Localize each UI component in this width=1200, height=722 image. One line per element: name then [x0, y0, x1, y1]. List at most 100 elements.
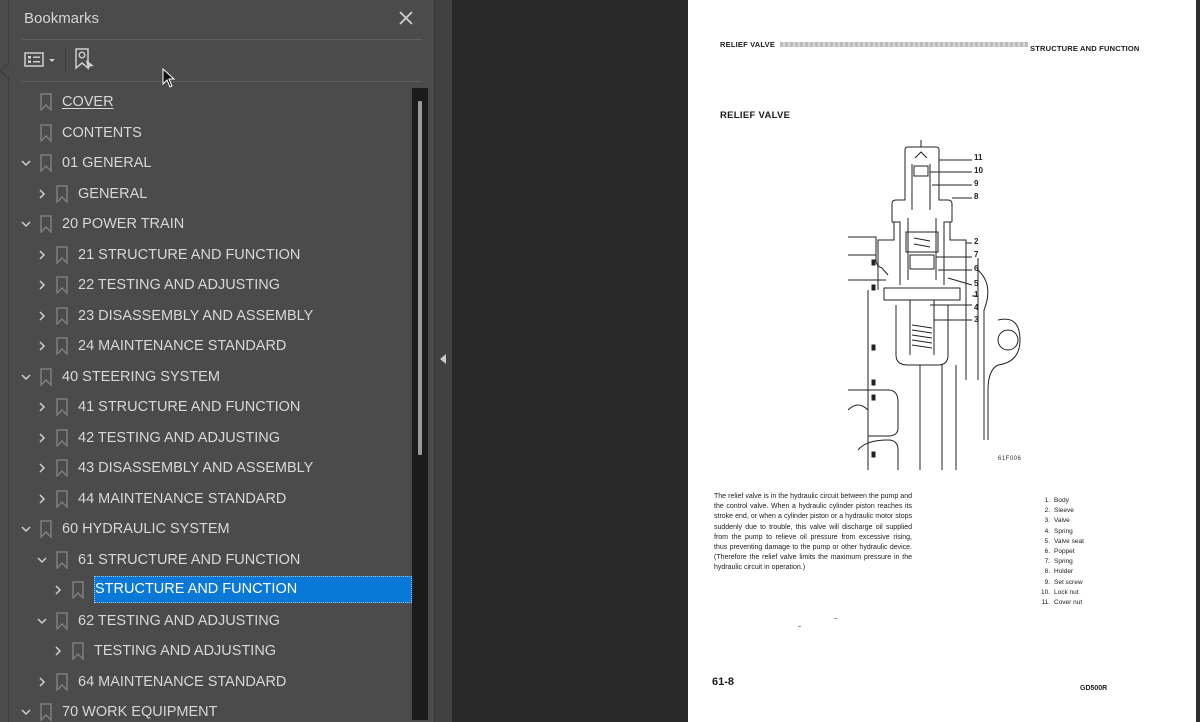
- options-menu-button[interactable]: [24, 46, 57, 74]
- part-number: 9.: [1044, 578, 1050, 586]
- part-name: Cover nut: [1054, 599, 1083, 607]
- chevron-right-icon[interactable]: [50, 643, 66, 659]
- bookmark-label: 44 MAINTENANCE STANDARD: [78, 490, 287, 507]
- bookmark-item[interactable]: 44 MAINTENANCE STANDARD: [10, 484, 412, 514]
- parts-list-item: 5. Valve seat: [1034, 537, 1134, 547]
- bookmark-item[interactable]: COVER: [10, 87, 412, 117]
- pdf-viewer: Bookmarks COVER CONTENTS 01 GENERAL GENE…: [0, 0, 1200, 722]
- chevron-right-icon[interactable]: [34, 277, 50, 293]
- bookmark-label: 40 STEERING SYSTEM: [62, 368, 220, 385]
- pdf-page: RELIEF VALVE STRUCTURE AND FUNCTION RELI…: [688, 0, 1196, 722]
- chevron-right-icon[interactable]: [50, 582, 66, 598]
- chevron-down-icon[interactable]: [18, 369, 34, 385]
- part-number: 8.: [1044, 568, 1050, 576]
- bookmark-item[interactable]: 23 DISASSEMBLY AND ASSEMBLY: [10, 301, 412, 331]
- bookmark-icon: [40, 123, 52, 143]
- part-name: Holder: [1054, 568, 1074, 576]
- part-number: 3.: [1044, 517, 1050, 525]
- callout-number: 10: [974, 166, 983, 175]
- part-name: Body: [1054, 497, 1069, 504]
- chevron-right-icon[interactable]: [34, 491, 50, 507]
- parts-list-item: 11. Cover nut: [1034, 598, 1134, 608]
- callout-number: 7: [974, 250, 979, 259]
- bookmark-item[interactable]: GENERAL: [10, 179, 412, 209]
- callout-number: 9: [974, 179, 979, 188]
- scan-speck: [834, 618, 837, 619]
- bookmark-item[interactable]: 70 WORK EQUIPMENT: [10, 697, 412, 722]
- bookmark-item[interactable]: 01 GENERAL: [10, 148, 412, 178]
- chevron-down-icon[interactable]: [18, 216, 34, 232]
- list-options-icon: [24, 52, 44, 67]
- callout-number: 11: [974, 153, 983, 162]
- collapse-left-arrow-icon[interactable]: [440, 354, 446, 364]
- chevron-down-icon[interactable]: [18, 521, 34, 537]
- scan-speck: [798, 626, 801, 627]
- parts-list-item: 6. Poppet: [1034, 547, 1134, 557]
- bookmark-label: 24 MAINTENANCE STANDARD: [78, 338, 287, 354]
- section-title: RELIEF VALVE: [720, 110, 791, 121]
- chevron-down-icon[interactable]: [34, 552, 50, 568]
- bookmark-icon: [40, 520, 52, 539]
- chevron-right-icon[interactable]: [34, 308, 50, 324]
- scrollbar-thumb[interactable]: [418, 101, 422, 455]
- bookmark-icon: [72, 581, 84, 600]
- parts-list: 1. Body 2. Sleeve 3. Valve 4. Spring 5. Valve sea…: [1034, 496, 1134, 608]
- panel-divider[interactable]: [434, 0, 452, 722]
- bookmark-item[interactable]: 62 TESTING AND ADJUSTING: [10, 606, 412, 636]
- callout-number: 2: [974, 237, 979, 246]
- parts-list-item: 9. Set screw: [1034, 578, 1134, 588]
- bookmark-label: TESTING AND ADJUSTING: [94, 643, 277, 659]
- parts-list-item: 10. Lock nut: [1034, 588, 1134, 598]
- bookmark-item[interactable]: 41 STRUCTURE AND FUNCTION: [10, 392, 412, 422]
- part-name: Valve: [1054, 517, 1070, 525]
- chevron-right-icon[interactable]: [34, 399, 50, 415]
- bookmark-item[interactable]: 40 STEERING SYSTEM: [10, 362, 412, 392]
- callout-number: 3: [974, 315, 979, 324]
- part-name: Spring: [1054, 558, 1073, 566]
- bookmark-label: 23 DISASSEMBLY AND ASSEMBLY: [78, 307, 314, 324]
- chevron-right-icon[interactable]: [34, 674, 50, 690]
- chevron-right-icon[interactable]: [34, 338, 50, 354]
- chevron-down-icon[interactable]: [34, 613, 50, 629]
- bookmark-item[interactable]: 64 MAINTENANCE STANDARD: [10, 667, 412, 697]
- chevron-right-icon[interactable]: [34, 247, 50, 263]
- bookmark-item[interactable]: 20 POWER TRAIN: [10, 209, 412, 239]
- bookmark-item[interactable]: 21 STRUCTURE AND FUNCTION: [10, 240, 412, 270]
- find-current-bookmark-button[interactable]: [74, 46, 96, 74]
- bookmark-label: STRUCTURE AND FUNCTION: [94, 576, 412, 603]
- bookmark-item[interactable]: 43 DISASSEMBLY AND ASSEMBLY: [10, 453, 412, 483]
- bookmarks-toolbar: [22, 44, 422, 76]
- bookmark-item[interactable]: CONTENTS: [10, 118, 412, 148]
- bookmark-label: 60 HYDRAULIC SYSTEM: [62, 521, 230, 537]
- bookmark-icon: [56, 611, 68, 631]
- chevron-down-icon[interactable]: [18, 704, 34, 720]
- close-panel-button[interactable]: [396, 8, 416, 28]
- part-name: Sleeve: [1054, 507, 1074, 515]
- bookmark-item[interactable]: TESTING AND ADJUSTING: [10, 636, 412, 666]
- bookmark-item[interactable]: 24 MAINTENANCE STANDARD: [10, 331, 412, 361]
- model-code: GD500R: [1080, 685, 1108, 692]
- page-header-left: RELIEF VALVE: [720, 40, 776, 49]
- parts-list-item: 4. Spring: [1034, 527, 1134, 537]
- bookmark-item[interactable]: 22 TESTING AND ADJUSTING: [10, 270, 412, 300]
- chevron-right-icon[interactable]: [34, 460, 50, 476]
- chevron-right-icon[interactable]: [34, 186, 50, 202]
- chevron-down-icon[interactable]: [18, 155, 34, 171]
- bookmarks-scrollbar[interactable]: [412, 88, 428, 720]
- bookmark-icon: [40, 367, 52, 387]
- bookmark-label: 62 TESTING AND ADJUSTING: [78, 612, 280, 629]
- bookmark-item-selected[interactable]: STRUCTURE AND FUNCTION: [10, 575, 412, 605]
- bookmark-item[interactable]: 61 STRUCTURE AND FUNCTION: [10, 545, 412, 575]
- part-name: Valve seat: [1054, 537, 1084, 545]
- bookmark-label: GENERAL: [78, 185, 148, 202]
- part-number: 5.: [1044, 537, 1050, 545]
- callout-number: 5: [974, 279, 979, 288]
- bookmarks-tree: COVER CONTENTS 01 GENERAL GENERAL 20 POWER T…: [10, 87, 412, 722]
- bookmark-label: 43 DISASSEMBLY AND ASSEMBLY: [78, 460, 314, 476]
- part-name: Spring: [1054, 527, 1073, 535]
- bookmark-label: 61 STRUCTURE AND FUNCTION: [78, 551, 301, 568]
- bookmark-item[interactable]: 42 TESTING AND ADJUSTING: [10, 423, 412, 453]
- bookmark-item[interactable]: 60 HYDRAULIC SYSTEM: [10, 514, 412, 544]
- chevron-right-icon[interactable]: [34, 430, 50, 446]
- part-name: Poppet: [1054, 548, 1075, 556]
